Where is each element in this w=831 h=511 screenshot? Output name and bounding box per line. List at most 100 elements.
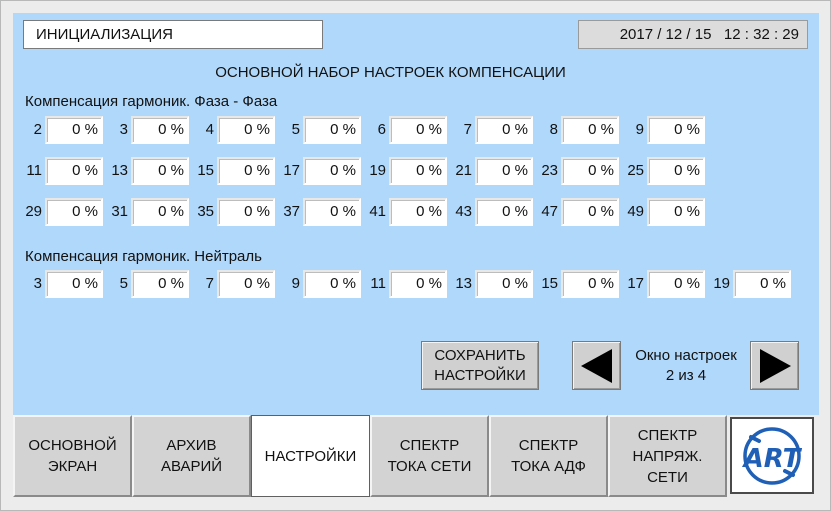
harmonic-label: 19 bbox=[713, 275, 730, 292]
next-page-button[interactable] bbox=[750, 341, 799, 390]
harmonic-label: 43 bbox=[455, 203, 472, 220]
harmonic-value-field[interactable]: 0 % bbox=[389, 116, 447, 144]
harmonic-label: 37 bbox=[283, 203, 300, 220]
tab-5[interactable]: СПЕКТР ТОКА АДФ bbox=[489, 415, 608, 497]
harmonic-value-field[interactable]: 0 % bbox=[389, 198, 447, 226]
triangle-left-icon bbox=[580, 348, 612, 383]
harmonic-value-field[interactable]: 0 % bbox=[131, 116, 189, 144]
harmonic-label: 21 bbox=[455, 162, 472, 179]
tab-label: ОСНОВНОЙ ЭКРАН bbox=[28, 435, 116, 477]
harmonic-value-field[interactable]: 0 % bbox=[561, 270, 619, 298]
harmonic-value-field[interactable]: 0 % bbox=[647, 270, 705, 298]
harmonic-value-field[interactable]: 0 % bbox=[475, 198, 533, 226]
harmonic-value-field[interactable]: 0 % bbox=[45, 157, 103, 185]
harmonic-value-field[interactable]: 0 % bbox=[131, 157, 189, 185]
status-field: ИНИЦИАЛИЗАЦИЯ bbox=[23, 20, 323, 49]
harmonic-value-field[interactable]: 0 % bbox=[475, 116, 533, 144]
harmonic-value-field[interactable]: 0 % bbox=[475, 157, 533, 185]
harmonic-label: 5 bbox=[291, 121, 300, 138]
triangle-right-icon bbox=[759, 348, 791, 383]
harmonic-label: 6 bbox=[377, 121, 386, 138]
harmonic-label: 47 bbox=[541, 203, 558, 220]
tab-label: СПЕКТР ТОКА СЕТИ bbox=[388, 435, 472, 477]
harmonic-label: 29 bbox=[25, 203, 42, 220]
harmonic-label: 5 bbox=[119, 275, 128, 292]
neutral-section-label: Компенсация гармоник. Нейтраль bbox=[25, 248, 262, 265]
harmonic-label: 25 bbox=[627, 162, 644, 179]
harmonic-value-field[interactable]: 0 % bbox=[131, 198, 189, 226]
tab-label-line: СПЕКТР bbox=[637, 426, 698, 444]
page-title: ОСНОВНОЙ НАБОР НАСТРОЕК КОМПЕНСАЦИИ bbox=[215, 64, 566, 81]
art-logo-icon: ART bbox=[742, 426, 803, 485]
tab-label: НАСТРОЙКИ bbox=[265, 446, 357, 467]
harmonic-value-field[interactable]: 0 % bbox=[217, 116, 275, 144]
neutral_section-row: 30 % 5 0 % 7 0 % 9 0 % 11 0 % 13 0 % 15 0 % 17 0 % 19 0 … bbox=[0, 270, 831, 300]
save-button-line2: НАСТРОЙКИ bbox=[434, 367, 526, 384]
harmonic-value-field[interactable]: 0 % bbox=[561, 157, 619, 185]
tab-label-line: ЭКРАН bbox=[47, 458, 98, 475]
harmonic-value-field[interactable]: 0 % bbox=[647, 157, 705, 185]
harmonic-value-field[interactable]: 0 % bbox=[303, 198, 361, 226]
harmonic-label: 15 bbox=[197, 162, 214, 179]
harmonic-label: 23 bbox=[541, 162, 558, 179]
harmonic-value-field[interactable]: 0 % bbox=[647, 198, 705, 226]
harmonic-label: 7 bbox=[463, 121, 472, 138]
tab-label-line: АВАРИЙ bbox=[160, 458, 223, 475]
harmonic-label: 17 bbox=[627, 275, 644, 292]
tab-label-line: ОСНОВНОЙ bbox=[28, 437, 117, 454]
phase_section-row: 29 0 % 31 0 % 35 0 % 37 0 % 41 0 % 43 0 % 47 0 % 49 0 % bbox=[0, 198, 831, 228]
harmonic-label: 8 bbox=[549, 121, 558, 138]
prev-page-button[interactable] bbox=[572, 341, 621, 390]
tab-label-line: СПЕКТР bbox=[399, 437, 460, 454]
harmonic-label: 11 bbox=[26, 162, 42, 179]
tab-label: СПЕКТР ТОКА АДФ bbox=[511, 435, 586, 477]
tab-label-line: НАСТРОЙКИ bbox=[264, 447, 357, 465]
harmonic-label: 3 bbox=[33, 275, 42, 292]
tab-1[interactable]: ОСНОВНОЙ ЭКРАН bbox=[13, 415, 132, 497]
harmonic-label: 13 bbox=[111, 162, 128, 179]
tab-label: АРХИВ АВАРИЙ bbox=[161, 435, 222, 477]
harmonic-value-field[interactable]: 0 % bbox=[389, 270, 447, 298]
harmonic-value-field[interactable]: 0 % bbox=[303, 116, 361, 144]
tab-6[interactable]: СПЕКТР НАПРЯЖ. СЕТИ bbox=[608, 415, 727, 497]
tab-label-line: ТОКА СЕТИ bbox=[387, 458, 472, 475]
harmonic-value-field[interactable]: 0 % bbox=[217, 198, 275, 226]
harmonic-value-field[interactable]: 0 % bbox=[733, 270, 791, 298]
harmonic-value-field[interactable]: 0 % bbox=[389, 157, 447, 185]
harmonic-value-field[interactable]: 0 % bbox=[217, 157, 275, 185]
harmonic-label: 41 bbox=[369, 203, 386, 220]
save-button-line1: СОХРАНИТЬ bbox=[434, 347, 526, 364]
harmonic-value-field[interactable]: 0 % bbox=[45, 198, 103, 226]
harmonic-value-field[interactable]: 0 % bbox=[303, 157, 361, 185]
harmonic-label: 17 bbox=[283, 162, 300, 179]
harmonic-value-field[interactable]: 0 % bbox=[45, 270, 103, 298]
harmonic-label: 19 bbox=[369, 162, 386, 179]
harmonic-value-field[interactable]: 0 % bbox=[475, 270, 533, 298]
harmonic-label: 7 bbox=[205, 275, 214, 292]
harmonic-label: 15 bbox=[541, 275, 558, 292]
harmonic-value-field[interactable]: 0 % bbox=[303, 270, 361, 298]
tab-3[interactable]: НАСТРОЙКИ bbox=[251, 415, 370, 497]
art-logo[interactable]: ART bbox=[730, 417, 814, 494]
harmonic-value-field[interactable]: 0 % bbox=[45, 116, 103, 144]
tab-label-line: ТОКА АДФ bbox=[511, 458, 586, 475]
harmonic-value-field[interactable]: 0 % bbox=[217, 270, 275, 298]
tab-label: СПЕКТР НАПРЯЖ. СЕТИ bbox=[633, 425, 703, 488]
save-settings-button[interactable]: СОХРАНИТЬ НАСТРОЙКИ bbox=[421, 341, 539, 390]
harmonic-value-field[interactable]: 0 % bbox=[647, 116, 705, 144]
harmonic-value-field[interactable]: 0 % bbox=[131, 270, 189, 298]
harmonic-label: 31 bbox=[111, 203, 128, 220]
harmonic-label: 9 bbox=[291, 275, 300, 292]
bottom-tab-bar: ОСНОВНОЙ ЭКРАН АРХИВ АВАРИЙ НАСТРОЙКИ СПЕКТР Т… bbox=[13, 415, 819, 497]
tab-4[interactable]: СПЕКТР ТОКА СЕТИ bbox=[370, 415, 489, 497]
page-indicator-line1: Окно настроек bbox=[635, 347, 737, 364]
phase_section-row: 11 0 % 13 0 % 15 0 % 17 0 % 19 0 % 21 0 % 23 0 % 25 0 % bbox=[0, 157, 831, 187]
datetime-display: 2017 / 12 / 15 12 : 32 : 29 bbox=[578, 20, 808, 49]
tab-2[interactable]: АРХИВ АВАРИЙ bbox=[132, 415, 251, 497]
harmonic-label: 11 bbox=[370, 275, 386, 292]
page-indicator: Окно настроек 2 из 4 bbox=[626, 346, 746, 386]
harmonic-value-field[interactable]: 0 % bbox=[561, 116, 619, 144]
phase_section-row: 20 % 3 0 % 4 0 % 5 0 % 6 0 % 7 0 % 8 0 % 9 0 % bbox=[0, 116, 831, 146]
harmonic-value-field[interactable]: 0 % bbox=[561, 198, 619, 226]
harmonic-label: 2 bbox=[33, 121, 42, 138]
